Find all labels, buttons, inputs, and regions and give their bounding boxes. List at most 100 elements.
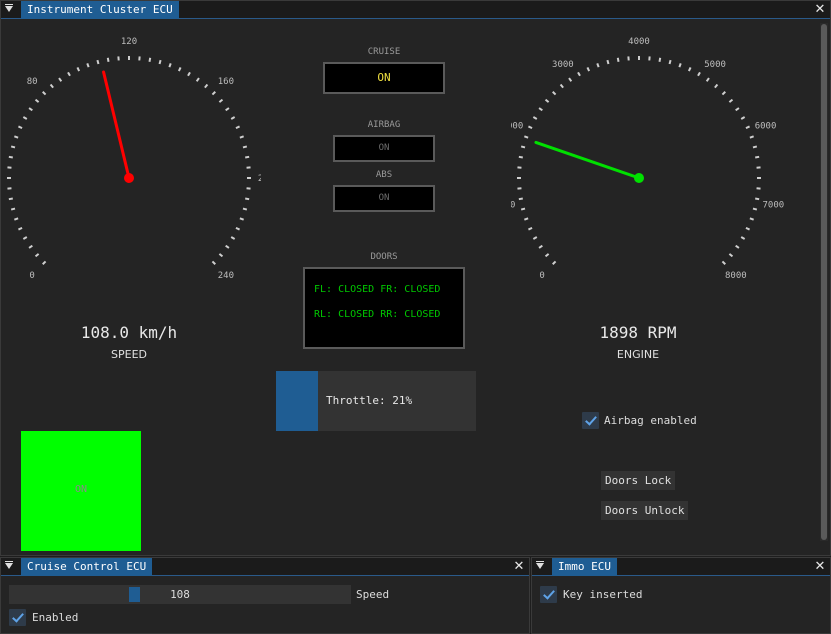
gauge-tick xyxy=(749,135,754,139)
gauge-tick xyxy=(528,226,533,231)
gauge-tick xyxy=(518,155,523,159)
gauge-tick xyxy=(195,77,200,82)
speed-slider[interactable]: 108 xyxy=(9,585,351,604)
rpm-gauge: 0 1000 2000 3000 4000 5000 6000 7000 8000 xyxy=(511,37,784,281)
gauge-tick xyxy=(518,197,523,201)
gauge-tick xyxy=(538,244,543,249)
gauge-tick xyxy=(596,63,600,68)
gauge-tick xyxy=(28,107,33,112)
instrument-cluster-window: Instrument Cluster ECU ✕ 040801201602002… xyxy=(0,0,831,556)
gauge-tick xyxy=(225,244,230,249)
airbag-enabled-label: Airbag enabled xyxy=(604,414,697,427)
gauge-tick xyxy=(14,217,19,221)
gauge-tick xyxy=(538,107,543,112)
collapse-arrow-icon[interactable] xyxy=(5,561,13,569)
close-icon[interactable]: ✕ xyxy=(814,1,826,19)
abs-indicator-value: ON xyxy=(378,193,390,203)
cruise-indicator-value: ON xyxy=(377,71,391,84)
rpm-needle-hub xyxy=(634,173,644,183)
speed-needle-hub xyxy=(124,173,134,183)
rpm-gauge-labels: 0 1000 2000 3000 4000 5000 6000 7000 8000 xyxy=(511,37,784,281)
gauge-tick xyxy=(239,135,244,139)
close-icon[interactable]: ✕ xyxy=(814,558,826,576)
rpm-readout: 1898 RPM xyxy=(599,323,677,342)
gauge-tick xyxy=(106,57,110,62)
gauge-tick xyxy=(687,67,692,72)
gauge-tick xyxy=(532,116,538,120)
collapse-arrow-icon[interactable] xyxy=(536,561,544,569)
doors-lock-button[interactable]: Doors Lock xyxy=(601,471,676,490)
gauge-tick xyxy=(49,83,54,89)
gauge-tick xyxy=(10,207,16,211)
gauge-tick-label: 160 xyxy=(218,77,234,87)
gauge-tick xyxy=(18,226,23,231)
gauge-tick xyxy=(559,83,564,89)
gauge-tick-label: 120 xyxy=(121,37,137,47)
gauge-tick xyxy=(211,91,216,96)
abs-label: ABS xyxy=(375,170,393,180)
doors-unlock-button[interactable]: Doors Unlock xyxy=(601,501,689,520)
speed-readout: 108.0 km/h xyxy=(80,323,178,342)
gauge-tick xyxy=(235,125,240,130)
gauge-tick xyxy=(752,207,758,211)
gauge-tick xyxy=(86,63,90,68)
gauge-tick xyxy=(524,135,529,139)
gauge-tick xyxy=(616,57,620,62)
cruise-enabled-checkbox[interactable] xyxy=(9,609,26,626)
airbag-enabled-checkbox[interactable] xyxy=(582,412,599,429)
cluster-titlebar[interactable]: Instrument Cluster ECU ✕ xyxy=(1,1,830,19)
immo-titlebar[interactable]: Immo ECU ✕ xyxy=(532,558,830,576)
gauge-tick xyxy=(606,59,610,65)
gauge-tick xyxy=(552,260,557,265)
key-inserted-checkbox[interactable] xyxy=(540,586,557,603)
gauge-tick xyxy=(235,226,240,231)
gauge-tick xyxy=(34,98,40,103)
gauge-tick xyxy=(735,244,740,249)
gauge-tick xyxy=(740,116,746,120)
gauge-tick xyxy=(239,217,244,221)
doors-line-rear: RL: CLOSED RR: CLOSED xyxy=(314,309,441,320)
gauge-tick xyxy=(586,67,591,72)
gauge-tick xyxy=(755,197,760,201)
cluster-scrollbar[interactable] xyxy=(820,23,828,541)
cluster-window-title: Instrument Cluster ECU xyxy=(21,1,179,19)
rpm-gauge-name: ENGINE xyxy=(616,348,660,361)
gauge-tick xyxy=(678,63,682,68)
gauge-tick-label: 3000 xyxy=(552,60,574,70)
gauge-tick-label: 1000 xyxy=(511,201,515,211)
airbag-indicator-value: ON xyxy=(378,143,390,153)
cruise-titlebar[interactable]: Cruise Control ECU ✕ xyxy=(1,558,529,576)
gauge-tick xyxy=(524,217,529,221)
close-icon[interactable]: ✕ xyxy=(513,558,525,576)
gauge-tick xyxy=(577,71,581,77)
gauge-tick xyxy=(225,107,230,112)
gauge-tick xyxy=(658,57,662,62)
immo-window-title: Immo ECU xyxy=(552,558,617,576)
speed-gauge-ticks xyxy=(7,56,251,265)
speed-gauge-name: SPEED xyxy=(111,348,147,361)
gauge-tick xyxy=(187,71,191,77)
gauge-tick xyxy=(745,226,750,231)
gauge-tick xyxy=(520,145,526,149)
collapse-arrow-icon[interactable] xyxy=(5,4,13,12)
cruise-indicator: ON xyxy=(323,62,445,94)
gauge-tick xyxy=(755,155,760,159)
gauge-tick xyxy=(544,98,550,103)
gauge-tick xyxy=(10,145,16,149)
gauge-tick-label: 2000 xyxy=(511,122,523,132)
gauge-tick xyxy=(721,260,726,265)
gauge-tick xyxy=(242,145,248,149)
throttle-bar: Throttle: 21% xyxy=(276,371,476,431)
gauge-tick xyxy=(218,253,224,258)
airbag-indicator: ON xyxy=(333,135,435,162)
cluster-scrollbar-thumb[interactable] xyxy=(821,24,827,540)
cruise-control-window: Cruise Control ECU ✕ 108 Speed Enabled xyxy=(0,557,530,634)
gauge-tick xyxy=(544,253,550,258)
gauge-tick xyxy=(76,67,81,72)
gauge-tick xyxy=(668,59,672,65)
gauge-tick xyxy=(532,236,538,240)
gauge-tick xyxy=(42,91,47,96)
immo-window: Immo ECU ✕ Key inserted xyxy=(531,557,831,634)
gauge-tick xyxy=(28,244,33,249)
gauge-tick xyxy=(168,63,172,68)
